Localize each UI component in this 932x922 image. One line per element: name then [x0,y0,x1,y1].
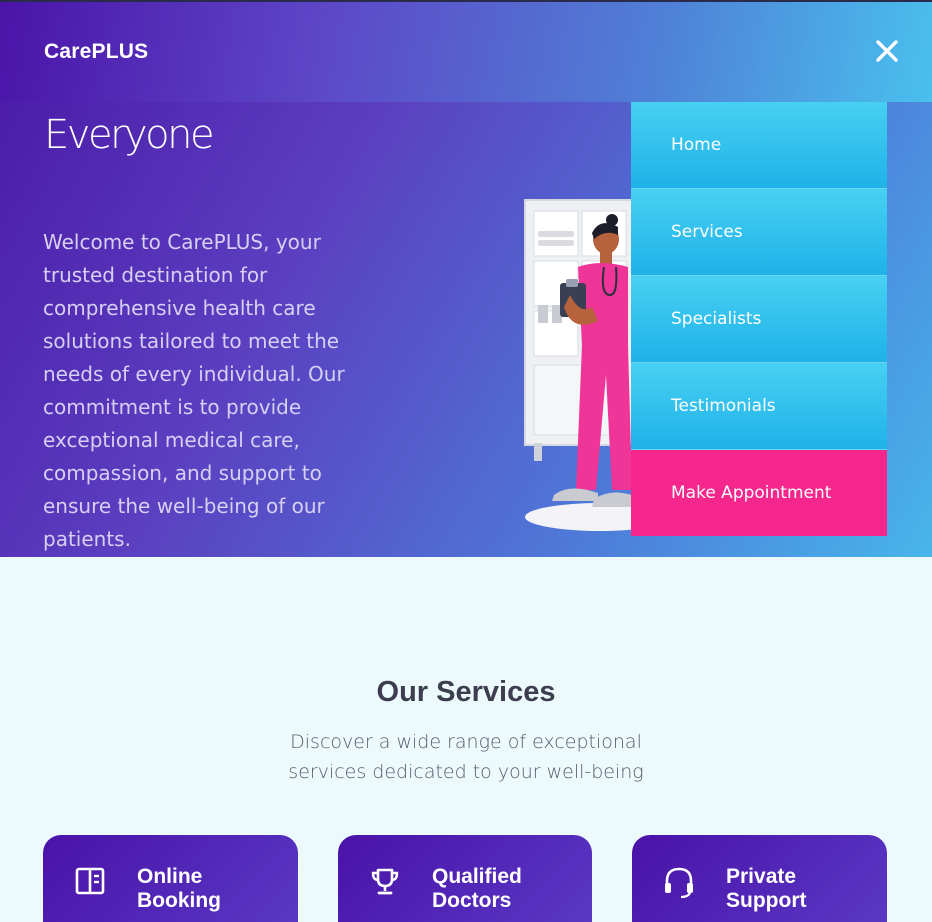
top-header: CarePLUS [0,0,932,102]
services-title: Our Services [376,676,556,708]
service-card-label-line-1: Online [137,865,203,888]
hero-title-line-2: Everyone [44,112,215,158]
book-icon [75,867,105,895]
service-card-qualified-doctors[interactable]: Qualified Doctors [338,835,592,922]
make-appointment-button[interactable]: Make Appointment [631,450,887,536]
nurse-illustration [524,199,640,531]
hero-description: Welcome to CarePLUS, your trusted destin… [43,230,345,551]
close-icon [876,40,898,62]
service-card-private-support[interactable]: Private Support [632,835,887,922]
service-card-label-line-2: Booking [137,889,221,912]
service-card-label-line-1: Private [726,865,797,888]
services-subtitle: Discover a wide range of exceptional ser… [288,731,644,783]
service-card-label-line-1: Qualified [432,865,522,888]
nav-item-services[interactable]: Services [631,189,887,276]
headset-icon [665,867,693,899]
service-card-label: Online Booking [137,865,221,913]
nav-item-testimonials[interactable]: Testimonials [631,363,887,450]
service-card-label-line-2: Support [726,889,807,912]
nav-menu: Home Services Specialists Testimonials M… [631,102,887,536]
service-card-label: Qualified Doctors [432,865,522,913]
service-card-online-booking[interactable]: Online Booking [43,835,298,922]
service-card-label: Private Support [726,865,806,913]
trophy-icon [371,868,399,895]
close-menu-button[interactable] [872,36,902,66]
nav-item-specialists[interactable]: Specialists [631,276,887,363]
brand-logo[interactable]: CarePLUS [44,40,148,64]
service-card-label-line-2: Doctors [432,889,512,912]
nav-item-home[interactable]: Home [631,102,887,189]
